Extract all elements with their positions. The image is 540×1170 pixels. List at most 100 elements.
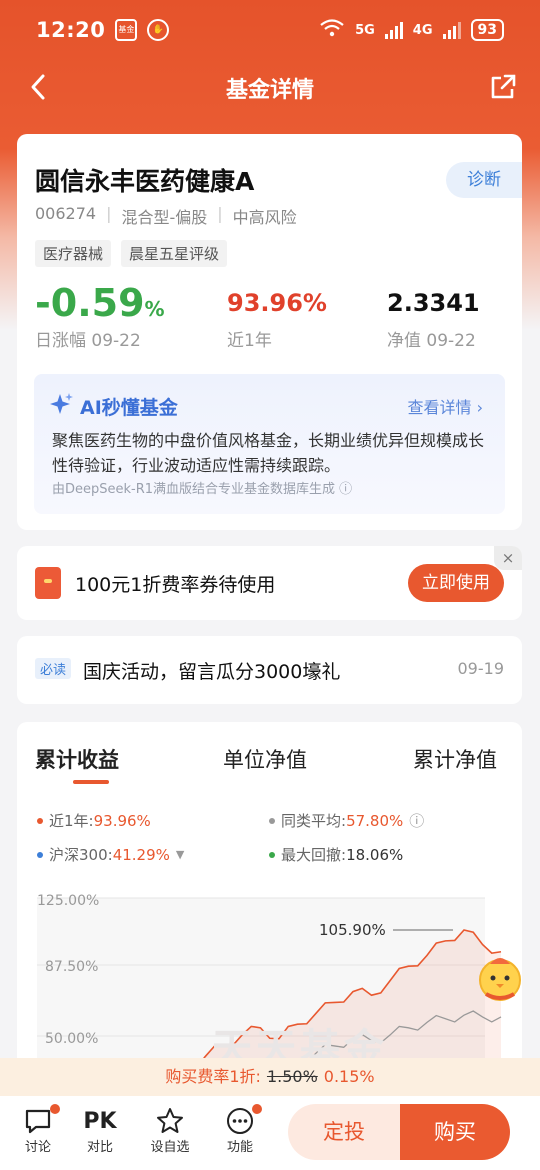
caret-down-icon[interactable]: ▼ — [176, 848, 184, 861]
functions-button[interactable]: 功能 — [214, 1104, 266, 1155]
signal-icon — [384, 21, 403, 39]
y-tick-label: 87.50% — [45, 959, 98, 975]
y-tick-label: 125.00% — [37, 893, 99, 909]
daily-change-stat: -0.59% 日涨幅 09-22 — [35, 282, 165, 351]
ai-details-link[interactable]: 查看详情 › — [407, 394, 483, 418]
notice-date: 09-19 — [457, 659, 505, 678]
add-watchlist-button[interactable]: 设自选 — [144, 1106, 196, 1155]
legend-fund: 近1年: 93.96% — [37, 810, 151, 831]
tag-sector[interactable]: 医疗器械 — [35, 240, 112, 267]
tag-rating[interactable]: 晨星五星评级 — [121, 240, 228, 267]
meta-divider: | — [106, 204, 112, 223]
watchlist-label: 设自选 — [150, 1140, 190, 1155]
must-read-badge: 必读 — [35, 658, 72, 679]
legend-dot-index — [37, 851, 43, 858]
legend-drawdown: 最大回撤: 18.06% — [269, 844, 403, 865]
functions-label: 功能 — [226, 1140, 253, 1155]
legend-drawdown-value: 18.06% — [346, 845, 404, 864]
more-dots-icon — [227, 1108, 253, 1134]
status-right: 5G 4G 93 — [319, 19, 504, 41]
legend-dot-drawdown — [269, 851, 275, 858]
page-title: 基金详情 — [225, 78, 314, 103]
ai-summary-box[interactable]: AI秒懂基金 查看详情 › 聚焦医药生物的中盘价值风格基金，长期业绩优异但规模成… — [34, 374, 505, 514]
sparkle-icon — [50, 392, 74, 421]
battery-indicator: 93 — [470, 19, 504, 41]
nav-bar: 基金详情 — [0, 60, 540, 116]
fund-risk: 中高风险 — [232, 208, 297, 227]
diagnose-button[interactable]: 诊断 — [446, 162, 522, 198]
fund-name: 圆信永丰医药健康A — [35, 167, 255, 196]
legend-peer-key: 同类平均: — [281, 812, 347, 830]
fund-summary-card: 圆信永丰医药健康A 诊断 006274 | 混合型-偏股 | 中高风险 医疗器械… — [17, 134, 522, 530]
daily-change-label: 日涨幅 09-22 — [35, 331, 141, 351]
legend-peer: 同类平均: 57.80% ⓘ — [269, 810, 424, 831]
daily-change-value: -0.59 — [35, 281, 145, 325]
fund-code: 006274 — [35, 204, 97, 223]
legend-dot-peer — [269, 817, 275, 824]
close-icon[interactable]: × — [494, 546, 522, 570]
meta-divider: | — [217, 204, 223, 223]
notice-text: 国庆活动，留言瓜分3000壕礼 — [83, 661, 341, 683]
network-label-4g: 4G — [412, 22, 433, 38]
fee-new-rate: 0.15% — [323, 1067, 375, 1086]
notification-dot — [252, 1104, 262, 1114]
peak-label: 105.90% — [319, 921, 386, 939]
wifi-icon — [319, 19, 345, 41]
discuss-button[interactable]: 讨论 — [12, 1104, 64, 1155]
tab-cumulative-return[interactable]: 累计收益 — [35, 744, 119, 784]
y-tick-label: 50.00% — [45, 1031, 98, 1047]
pk-icon: PK — [83, 1108, 117, 1134]
coupon-text: 100元1折费率券待使用 — [75, 574, 276, 596]
info-icon[interactable]: ⓘ — [339, 482, 352, 497]
legend-index[interactable]: 沪深300: 41.29% ▼ — [37, 844, 184, 865]
legend-drawdown-key: 最大回撤: — [281, 846, 347, 864]
legend-dot-fund — [37, 817, 43, 824]
nav-value: 2.3341 — [387, 289, 480, 317]
share-icon[interactable] — [488, 72, 518, 102]
mascot-chick-icon[interactable] — [472, 948, 528, 1004]
discuss-label: 讨论 — [24, 1140, 51, 1155]
ai-description: 聚焦医药生物的中盘价值风格基金，长期业绩优异但规模成长性待验证，行业波动适应性需… — [52, 431, 485, 475]
chevron-right-icon: › — [476, 398, 483, 417]
notification-dot — [50, 1104, 60, 1114]
fee-old-rate: 1.50% — [266, 1067, 318, 1086]
legend-fund-value: 93.96% — [93, 811, 151, 830]
legend-peer-value: 57.80% — [346, 811, 404, 830]
ai-title: AI秒懂基金 — [50, 392, 178, 421]
chart-card: 累计收益 单位净值 累计净值 近1年: 93.96% 同类平均: 57.80% ⓘ … — [17, 722, 522, 1082]
ai-details-text: 查看详情 — [407, 398, 472, 417]
coupon-card: 100元1折费率券待使用 立即使用 × — [17, 546, 522, 620]
notice-card[interactable]: 必读 国庆活动，留言瓜分3000壕礼 09-19 — [17, 636, 522, 704]
ai-title-text: AI秒懂基金 — [80, 397, 178, 419]
year-return-stat: 93.96% 近1年 — [227, 282, 327, 351]
legend-index-value: 41.29% — [112, 845, 170, 864]
ai-source: 由DeepSeek-R1满血版结合专业基金数据库生成 ⓘ — [52, 478, 352, 497]
app-notification-icon: 基金 — [115, 19, 138, 41]
legend-index-key: 沪深300: — [49, 846, 113, 864]
status-time: 12:20 — [36, 18, 106, 42]
nav-stat: 2.3341 净值 09-22 — [387, 282, 480, 351]
year-return-value: 93.96% — [227, 289, 327, 317]
tab-unit-nav[interactable]: 单位净值 — [223, 744, 307, 774]
fund-meta: 006274 | 混合型-偏股 | 中高风险 — [35, 204, 297, 228]
compare-label: 对比 — [86, 1140, 113, 1155]
info-icon[interactable]: ⓘ — [409, 810, 424, 831]
daily-change-unit: % — [144, 297, 165, 321]
tab-cumulative-nav[interactable]: 累计净值 — [413, 744, 497, 774]
compare-button[interactable]: PK 对比 — [74, 1106, 126, 1156]
fee-prefix: 购买费率1折: — [165, 1067, 261, 1086]
fund-type: 混合型-偏股 — [121, 208, 208, 227]
legend-fund-key: 近1年: — [49, 812, 94, 830]
nav-label: 净值 09-22 — [387, 331, 476, 351]
status-bar: 12:20 基金 ✋ 5G 4G 93 — [0, 0, 540, 60]
auto-invest-button[interactable]: 定投 — [288, 1104, 400, 1160]
network-label-5g: 5G — [355, 22, 375, 38]
fee-discount-banner: 购买费率1折: 1.50% 0.15% — [0, 1058, 540, 1096]
chat-bubble-icon — [25, 1109, 51, 1134]
ai-source-text: 由DeepSeek-R1满血版结合专业基金数据库生成 — [52, 482, 336, 497]
year-return-label: 近1年 — [227, 331, 272, 351]
buy-button[interactable]: 购买 — [400, 1104, 510, 1160]
hand-icon: ✋ — [147, 19, 170, 41]
signal-icon-2 — [442, 21, 461, 39]
use-coupon-button[interactable]: 立即使用 — [408, 564, 504, 602]
